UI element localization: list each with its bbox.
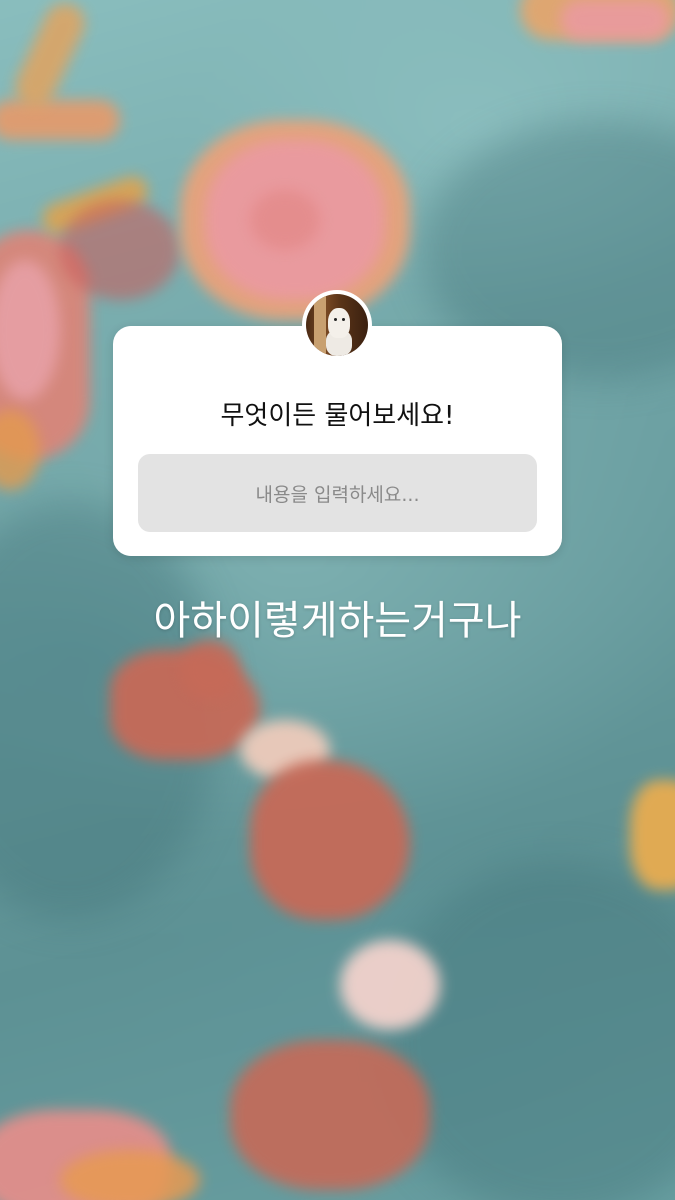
story-screen: 무엇이든 물어보세요! 내용을 입력하세요... 아하이렇게하는거구나 <box>0 0 675 1200</box>
story-caption: 아하이렇게하는거구나 <box>153 598 522 644</box>
question-title: 무엇이든 물어보세요! <box>220 401 455 431</box>
question-sticker[interactable]: 무엇이든 물어보세요! 내용을 입력하세요... <box>113 326 562 556</box>
avatar-photo-icon <box>306 294 368 356</box>
profile-avatar <box>302 290 372 360</box>
answer-input[interactable]: 내용을 입력하세요... <box>138 454 537 532</box>
